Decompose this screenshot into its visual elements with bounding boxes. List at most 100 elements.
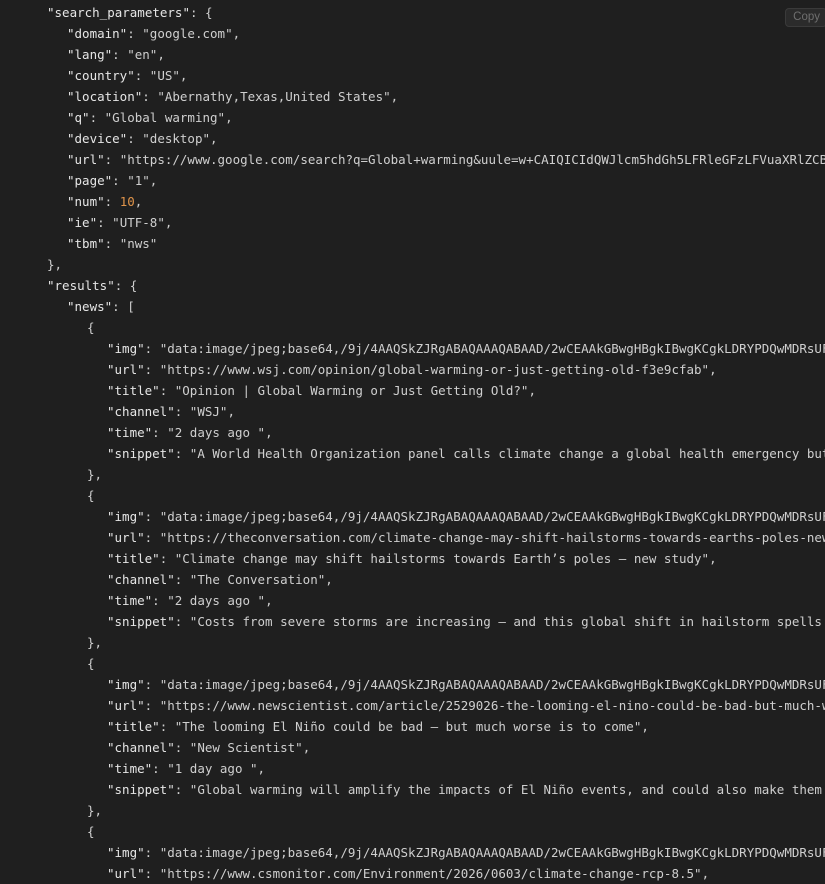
json-key: "img"	[107, 341, 145, 356]
json-key: "lang"	[67, 47, 113, 62]
code-line: "time": "2 days ago ",	[0, 590, 825, 611]
json-key: "location"	[67, 89, 143, 104]
json-key: "img"	[107, 509, 145, 524]
json-punctuation: :	[159, 719, 175, 734]
json-key: "search_parameters"	[47, 5, 190, 20]
json-punctuation: :	[142, 89, 158, 104]
json-string: "https://www.newscientist.com/article/25…	[159, 698, 825, 713]
json-punctuation: :	[144, 845, 160, 860]
copy-button[interactable]: Copy	[785, 8, 825, 27]
code-line: "title": "Climate change may shift hails…	[0, 548, 825, 569]
json-key: "time"	[107, 761, 153, 776]
json-punctuation: ,	[701, 866, 710, 881]
json-key: "num"	[67, 194, 105, 209]
json-punctuation: : [	[112, 299, 135, 314]
json-string: "data:image/jpeg;base64,/9j/4AAQSkZJRgAB…	[159, 509, 825, 524]
json-punctuation: {	[87, 824, 95, 839]
json-punctuation: :	[104, 194, 120, 209]
json-string: "2 days ago "	[167, 425, 266, 440]
json-punctuation: :	[144, 341, 160, 356]
code-line: "snippet": "A World Health Organization …	[0, 443, 825, 464]
json-key: "results"	[47, 278, 115, 293]
json-punctuation: ,	[709, 362, 717, 377]
json-key: "device"	[67, 131, 128, 146]
json-key: "img"	[107, 845, 145, 860]
json-punctuation: :	[112, 47, 128, 62]
json-punctuation: :	[144, 509, 160, 524]
json-punctuation: :	[159, 551, 175, 566]
json-key: "tbm"	[67, 236, 105, 251]
code-line: "search_parameters": {	[0, 2, 825, 23]
json-punctuation: {	[87, 488, 95, 503]
json-string: "nws"	[119, 236, 158, 251]
json-key: "snippet"	[107, 614, 175, 629]
code-line: "device": "desktop",	[0, 128, 825, 149]
json-key: "url"	[107, 530, 145, 545]
json-key: "url"	[107, 362, 145, 377]
code-line: "domain": "google.com",	[0, 23, 825, 44]
json-punctuation: ,	[641, 719, 649, 734]
json-punctuation: ,	[179, 68, 188, 83]
json-key: "channel"	[107, 572, 175, 587]
json-key: "country"	[67, 68, 135, 83]
json-punctuation: :	[134, 68, 150, 83]
code-line: "url": "https://www.google.com/search?q=…	[0, 149, 825, 170]
json-punctuation: : {	[114, 278, 138, 293]
json-string: "Opinion | Global Warming or Just Gettin…	[174, 383, 529, 398]
code-line: },	[0, 800, 825, 821]
json-punctuation: :	[174, 740, 190, 755]
json-string: "WSJ"	[189, 404, 228, 419]
json-punctuation: :	[174, 572, 190, 587]
code-line: "channel": "WSJ",	[0, 401, 825, 422]
json-punctuation: :	[152, 425, 168, 440]
json-string: "Costs from severe storms are increasing…	[189, 614, 822, 629]
json-punctuation: :	[144, 530, 160, 545]
json-code-view: "search_parameters": {"domain": "google.…	[0, 2, 825, 884]
json-punctuation: {	[87, 656, 95, 671]
json-key: "title"	[107, 383, 160, 398]
code-line: "country": "US",	[0, 65, 825, 86]
json-punctuation: ,	[265, 593, 273, 608]
json-punctuation: ,	[528, 383, 536, 398]
json-string: "1"	[127, 173, 150, 188]
json-punctuation: :	[174, 446, 190, 461]
json-punctuation: {	[87, 320, 95, 335]
json-punctuation: ,	[232, 26, 241, 41]
json-punctuation: ,	[225, 110, 233, 125]
code-line: },	[0, 632, 825, 653]
json-punctuation: },	[47, 257, 63, 272]
json-punctuation: ,	[149, 173, 158, 188]
json-key: "news"	[67, 299, 113, 314]
json-punctuation: :	[159, 383, 175, 398]
json-number: 10	[119, 194, 135, 209]
json-string: "desktop"	[142, 131, 211, 146]
code-line: "img": "data:image/jpeg;base64,/9j/4AAQS…	[0, 506, 825, 527]
json-punctuation: },	[87, 803, 103, 818]
code-line: {	[0, 821, 825, 842]
code-line: "channel": "The Conversation",	[0, 569, 825, 590]
json-key: "channel"	[107, 740, 175, 755]
json-string: "Global warming will amplify the impacts…	[189, 782, 822, 797]
json-punctuation: :	[89, 110, 105, 125]
json-string: "The Conversation"	[189, 572, 326, 587]
code-line: "title": "The looming El Niño could be b…	[0, 716, 825, 737]
code-line: "img": "data:image/jpeg;base64,/9j/4AAQS…	[0, 842, 825, 863]
code-line: "url": "https://theconversation.com/clim…	[0, 527, 825, 548]
json-string: "https://www.csmonitor.com/Environment/2…	[159, 866, 702, 881]
code-line: "snippet": "Global warming will amplify …	[0, 779, 825, 800]
json-punctuation: },	[87, 467, 103, 482]
code-line: "img": "data:image/jpeg;base64,/9j/4AAQS…	[0, 338, 825, 359]
code-line: "q": "Global warming",	[0, 107, 825, 128]
code-line: "time": "1 day ago ",	[0, 758, 825, 779]
code-line: "snippet": "Costs from severe storms are…	[0, 611, 825, 632]
code-line: {	[0, 485, 825, 506]
json-key: "channel"	[107, 404, 175, 419]
code-line: "url": "https://www.wsj.com/opinion/glob…	[0, 359, 825, 380]
json-key: "title"	[107, 551, 160, 566]
code-line: "num": 10,	[0, 191, 825, 212]
code-line: "tbm": "nws"	[0, 233, 825, 254]
json-string: "en"	[127, 47, 158, 62]
code-line: "results": {	[0, 275, 825, 296]
code-line: "lang": "en",	[0, 44, 825, 65]
json-key: "url"	[107, 866, 145, 881]
